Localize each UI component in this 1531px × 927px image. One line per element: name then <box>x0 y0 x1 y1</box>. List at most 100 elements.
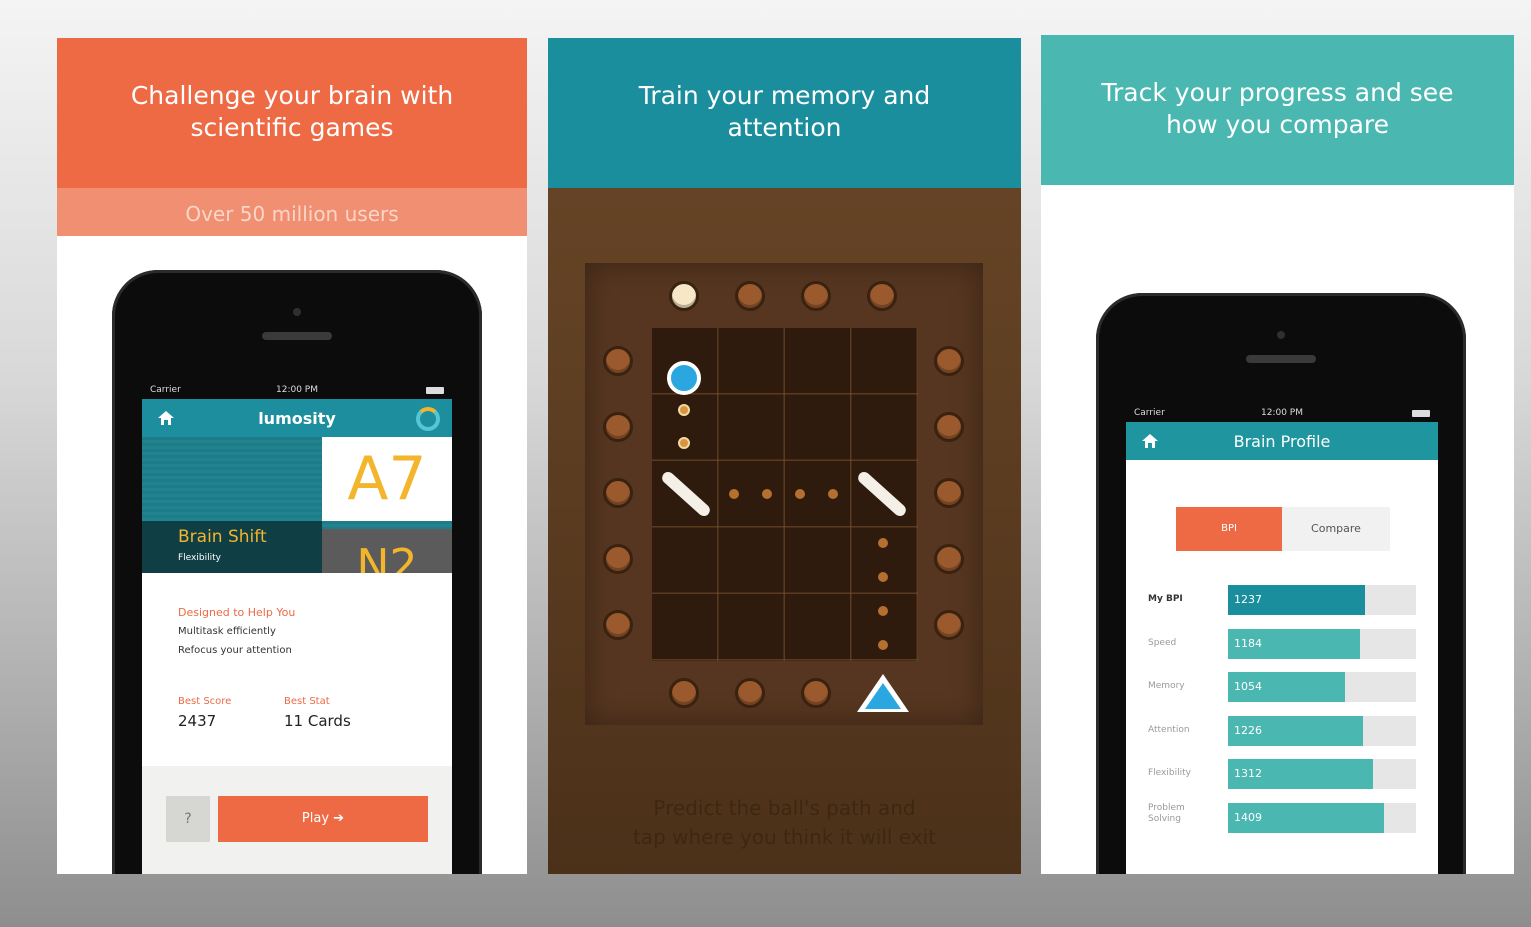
game-banner[interactable]: A7 N2 Brain Shift Flexibility <box>142 437 452 573</box>
benefit-item: Refocus your attention <box>178 645 292 656</box>
bpi-row[interactable]: My BPI 1237 <box>1126 585 1438 615</box>
bpi-row[interactable]: Speed 1184 <box>1126 628 1438 659</box>
bpi-row[interactable]: Flexibility 1312 <box>1126 759 1438 789</box>
play-button[interactable]: Play ➔ <box>218 796 428 842</box>
panel-progress: Track your progress and see how you comp… <box>1041 35 1514 874</box>
path-dot <box>878 640 888 650</box>
best-stat-value: 11 Cards <box>284 712 351 730</box>
bpi-bar-value: 1409 <box>1234 810 1262 824</box>
exit-hole[interactable] <box>669 281 699 311</box>
status-bar: Carrier 12:00 PM <box>142 382 452 399</box>
bpi-bar-track: 1409 <box>1228 802 1416 833</box>
users-banner: Over 50 million users <box>57 188 527 236</box>
path-dot <box>762 489 772 499</box>
bpi-row[interactable]: Memory 1054 <box>1126 672 1438 702</box>
game-title: Brain Shift <box>178 527 267 547</box>
exit-hole[interactable] <box>603 478 633 508</box>
clock-label: 12:00 PM <box>1261 408 1303 418</box>
bpi-bar-value: 1054 <box>1234 680 1262 693</box>
path-dot <box>678 437 690 449</box>
bpi-bar-value: 1237 <box>1234 593 1262 606</box>
help-button[interactable]: ? <box>166 796 210 842</box>
bpi-row-label: Attention <box>1148 724 1190 735</box>
bpi-row-label: Memory <box>1148 681 1185 691</box>
bpi-bar-track: 1054 <box>1228 672 1416 702</box>
bpi-bar-track: 1184 <box>1228 628 1416 659</box>
battery-icon <box>1412 410 1430 417</box>
progress-ring-icon <box>416 407 440 431</box>
phone-screen: Carrier 12:00 PM lumosity A7 N2 Brain Sh… <box>142 382 452 874</box>
phone-camera <box>293 308 301 316</box>
exit-marker-inner-icon <box>865 683 901 709</box>
bpi-bar-value: 1184 <box>1234 636 1262 650</box>
instruction-line: tap where you think it will exit <box>632 825 937 849</box>
exit-hole[interactable] <box>669 678 699 708</box>
bpi-row-label: Problem Solving <box>1148 802 1185 824</box>
ball-icon <box>667 361 701 395</box>
panel-headline: Track your progress and see how you comp… <box>1101 78 1454 139</box>
best-stat-label: Best Stat <box>284 696 330 707</box>
exit-hole[interactable] <box>603 610 633 640</box>
bpi-bar-fill: 1237 <box>1228 585 1366 615</box>
bpi-bar-fill: 1226 <box>1228 715 1364 746</box>
tab-compare[interactable]: Compare <box>1282 507 1390 551</box>
bpi-bar-value: 1226 <box>1234 723 1262 737</box>
clock-label: 12:00 PM <box>276 385 318 395</box>
game-title-block: Brain Shift Flexibility <box>142 521 322 573</box>
app-title: Brain Profile <box>1233 432 1331 451</box>
phone-mockup: Carrier 12:00 PM lumosity A7 N2 Brain Sh… <box>112 270 482 874</box>
exit-hole[interactable] <box>934 610 964 640</box>
bpi-bar-fill: 1312 <box>1228 759 1373 789</box>
bpi-row-label: My BPI <box>1148 594 1183 604</box>
status-bar: Carrier 12:00 PM <box>1126 405 1438 422</box>
panel-games: Challenge your brain with scientific gam… <box>57 38 527 874</box>
path-dot <box>795 489 805 499</box>
benefit-item: Multitask efficiently <box>178 626 276 637</box>
path-dot <box>878 572 888 582</box>
designed-heading: Designed to Help You <box>178 606 296 619</box>
exit-hole[interactable] <box>603 544 633 574</box>
exit-hole[interactable] <box>934 478 964 508</box>
app-navbar: lumosity <box>142 399 452 437</box>
exit-hole[interactable] <box>603 412 633 442</box>
exit-hole[interactable] <box>934 544 964 574</box>
battery-icon <box>426 387 444 394</box>
bpi-bar-value: 1312 <box>1234 767 1262 780</box>
exit-hole[interactable] <box>934 412 964 442</box>
instruction-line: Predict the ball's path and <box>653 796 916 820</box>
tab-bpi[interactable]: BPI <box>1176 507 1282 551</box>
game-instructions: Predict the ball's path and tap where yo… <box>548 794 1021 852</box>
app-title: lumosity <box>258 409 336 428</box>
bpi-row[interactable]: Attention 1226 <box>1126 715 1438 746</box>
card-preview: A7 <box>322 437 452 521</box>
bpi-bar-fill: 1409 <box>1228 802 1385 833</box>
path-dot <box>729 489 739 499</box>
bpi-bar-fill: 1184 <box>1228 628 1360 659</box>
phone-speaker <box>262 332 332 340</box>
bpi-row-label: Speed <box>1148 637 1177 648</box>
path-dot <box>828 489 838 499</box>
exit-hole[interactable] <box>735 281 765 311</box>
exit-hole[interactable] <box>603 346 633 376</box>
bpi-row[interactable]: Problem Solving 1409 <box>1126 802 1438 833</box>
phone-camera <box>1277 331 1285 339</box>
bpi-bar-track: 1312 <box>1228 759 1416 789</box>
panel-headline: Challenge your brain with scientific gam… <box>130 81 454 142</box>
exit-hole[interactable] <box>735 678 765 708</box>
phone-mockup: Carrier 12:00 PM Brain Profile BPI Compa… <box>1096 293 1466 874</box>
app-navbar: Brain Profile <box>1126 422 1438 460</box>
phone-screen: Carrier 12:00 PM Brain Profile BPI Compa… <box>1126 405 1438 874</box>
best-score-label: Best Score <box>178 696 232 707</box>
exit-hole[interactable] <box>867 281 897 311</box>
bpi-row-label: Flexibility <box>1148 768 1191 778</box>
phone-speaker <box>1246 355 1316 363</box>
path-dot <box>878 538 888 548</box>
bpi-bar-fill: 1054 <box>1228 672 1345 702</box>
exit-hole[interactable] <box>934 346 964 376</box>
best-score-value: 2437 <box>178 712 217 730</box>
card-preview-2: N2 <box>322 529 452 573</box>
panel-headline: Train your memory and attention <box>638 81 931 142</box>
path-dot <box>878 606 888 616</box>
exit-hole[interactable] <box>801 678 831 708</box>
exit-hole[interactable] <box>801 281 831 311</box>
